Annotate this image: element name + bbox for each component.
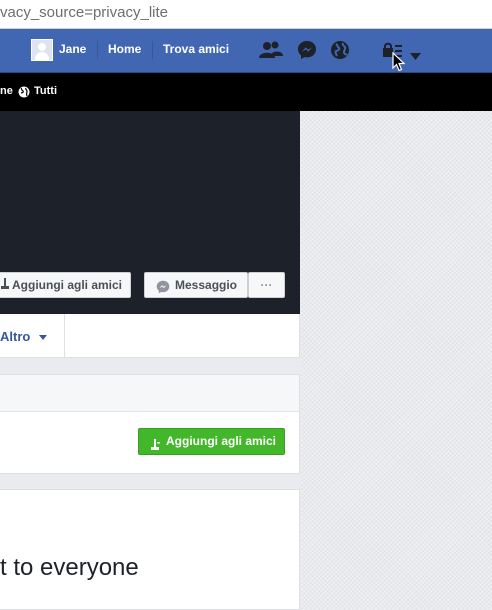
address-bar[interactable]: vacy_source=privacy_lite <box>0 0 492 29</box>
mouse-cursor-icon <box>392 52 406 72</box>
account-menu-caret-icon[interactable] <box>410 47 421 65</box>
more-options-label: ··· <box>260 278 273 292</box>
notifications-globe-icon[interactable] <box>330 40 350 65</box>
privacy-shortcut-bar: ne Tutti <box>0 73 492 111</box>
add-friend-button[interactable]: Aggiungi agli amici <box>0 272 131 298</box>
audience-selector[interactable]: Tutti <box>34 85 57 97</box>
messenger-icon <box>156 278 170 302</box>
right-column-background <box>301 111 492 610</box>
message-button[interactable]: Messaggio <box>144 272 248 298</box>
friend-requests-icon[interactable] <box>259 40 283 65</box>
globe-icon <box>18 86 30 101</box>
avatar[interactable] <box>31 39 53 61</box>
post-text: t to everyone <box>0 554 139 581</box>
card-header <box>0 375 299 412</box>
tab-more[interactable]: Altro <box>0 329 30 344</box>
add-friend-icon <box>150 435 160 460</box>
url-text: vacy_source=privacy_lite <box>0 4 168 21</box>
more-options-button[interactable]: ··· <box>248 272 285 298</box>
nav-divider <box>97 41 98 59</box>
cover-photo: Aggiungi agli amici Messaggio ··· <box>0 111 300 314</box>
top-navigation-bar: Jane Home Trova amici <box>0 29 492 73</box>
chevron-down-icon <box>39 335 47 340</box>
home-link[interactable]: Home <box>108 42 141 56</box>
find-friends-link[interactable]: Trova amici <box>163 42 229 56</box>
message-label: Messaggio <box>175 278 238 292</box>
post-card: t to everyone <box>0 489 300 610</box>
profile-link[interactable]: Jane <box>59 42 86 56</box>
profile-tabs: Altro <box>0 314 300 358</box>
add-friend-icon <box>1 274 9 298</box>
add-friend-card: Aggiungi agli amici <box>0 374 300 474</box>
messenger-icon[interactable] <box>297 40 317 65</box>
tab-divider <box>64 314 65 358</box>
nav-divider <box>152 41 153 59</box>
add-friend-label: Aggiungi agli amici <box>12 278 123 292</box>
privacy-label: ne <box>0 85 13 97</box>
add-friend-label: Aggiungi agli amici <box>166 434 277 448</box>
add-friend-green-button[interactable]: Aggiungi agli amici <box>138 428 285 455</box>
